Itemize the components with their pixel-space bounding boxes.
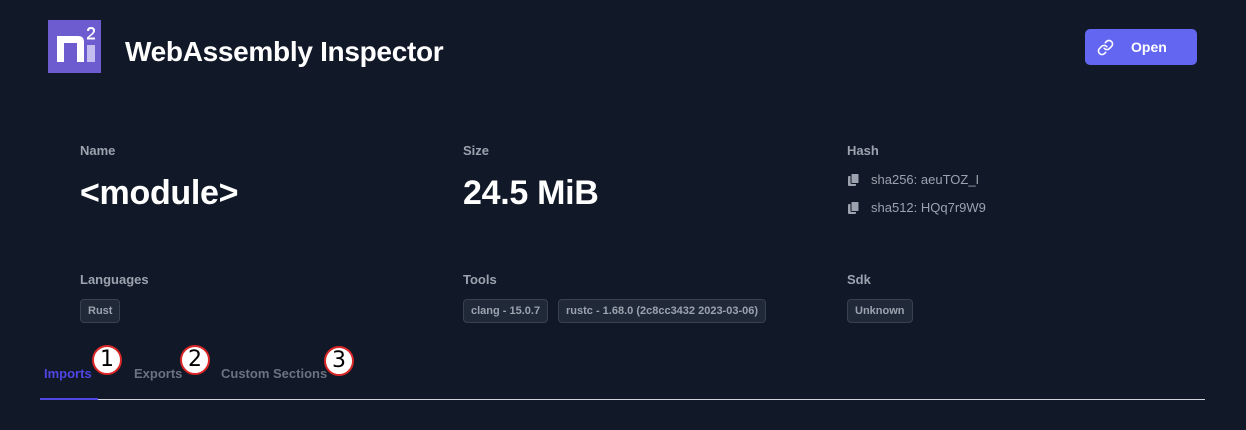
open-button-label: Open: [1131, 39, 1167, 55]
module-size-value: 24.5 MiB: [463, 174, 599, 212]
languages-label: Languages: [80, 272, 149, 287]
n2-logo-icon: [48, 20, 101, 73]
language-badge: Rust: [80, 299, 121, 323]
tab-custom-sections[interactable]: Custom Sections: [221, 366, 327, 381]
module-name-value: <module>: [80, 174, 239, 212]
sdk-label: Sdk: [847, 272, 871, 287]
copy-icon[interactable]: [847, 172, 861, 187]
name-label: Name: [80, 143, 116, 158]
copy-icon[interactable]: [847, 200, 861, 215]
tab-bar: Imports Exports Custom Sections: [40, 350, 1205, 402]
open-button[interactable]: Open: [1085, 29, 1197, 65]
tool-badge: rustc - 1.68.0 (2c8cc3432 2023-03-06): [558, 299, 767, 323]
hash-sha256-text: sha256: aeuTOZ_I: [871, 172, 980, 187]
app-title: WebAssembly Inspector: [125, 36, 444, 67]
active-tab-indicator: [40, 398, 98, 400]
marker-1: 1: [92, 345, 122, 375]
tab-imports[interactable]: Imports: [44, 366, 92, 381]
sdk-badge: Unknown: [847, 299, 913, 323]
tool-badge: clang - 15.0.7: [463, 299, 549, 323]
hash-sha512-row[interactable]: sha512: HQq7r9W9: [847, 200, 986, 215]
tools-label: Tools: [463, 272, 497, 287]
marker-2: 2: [180, 345, 210, 375]
hash-label: Hash: [847, 143, 879, 158]
marker-3: 3: [324, 346, 354, 376]
link-icon: [1097, 39, 1114, 56]
size-label: Size: [463, 143, 490, 158]
hash-sha256-row[interactable]: sha256: aeuTOZ_I: [847, 172, 979, 187]
hash-sha512-text: sha512: HQq7r9W9: [871, 200, 986, 215]
tab-exports[interactable]: Exports: [134, 366, 182, 381]
tab-divider: [40, 399, 1205, 400]
